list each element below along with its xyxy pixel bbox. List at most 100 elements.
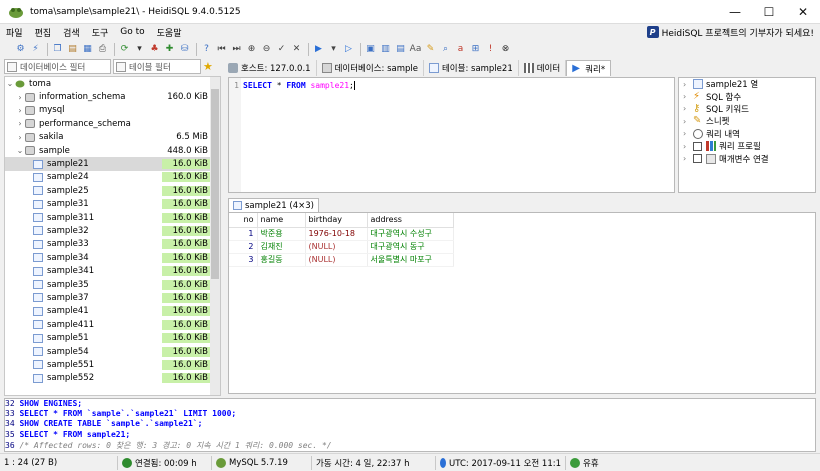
favorite-star-icon[interactable]: ★: [203, 59, 213, 75]
column-header[interactable]: address: [367, 213, 454, 228]
helper-profile[interactable]: › 쿼리 프로필: [679, 140, 815, 152]
paste-icon[interactable]: ▤: [66, 43, 79, 56]
helper-snippets[interactable]: › ✎ 스니펫: [679, 115, 815, 128]
session-manager-icon[interactable]: ⚙: [14, 43, 27, 56]
tree-table-row[interactable]: sample51 16.0 KiB: [5, 331, 220, 344]
maximize-button[interactable]: ☐: [752, 0, 786, 24]
expand-arrow-icon[interactable]: ›: [15, 106, 25, 115]
database-filter-input[interactable]: 데이터베이스 필터: [4, 59, 111, 74]
delete-record-icon[interactable]: ⊖: [260, 43, 273, 56]
menu-tools[interactable]: 도구: [86, 26, 115, 39]
edit-icon[interactable]: ✎: [424, 43, 437, 56]
open-sql-icon[interactable]: ▤: [394, 43, 407, 56]
tree-table-row[interactable]: sample551 16.0 KiB: [5, 358, 220, 371]
run-query-icon[interactable]: ▶: [312, 43, 325, 56]
save-as-icon[interactable]: ▥: [379, 43, 392, 56]
result-grid[interactable]: no name birthday address 1 박준용 1976-10-1…: [228, 212, 816, 394]
expand-arrow-icon[interactable]: ›: [683, 129, 693, 138]
run-selection-icon[interactable]: ▷: [342, 43, 355, 56]
helper-bind-params[interactable]: › 매개변수 연결: [679, 152, 815, 165]
tree-table-row[interactable]: sample31 16.0 KiB: [5, 198, 220, 211]
cell-birthday[interactable]: 1976-10-18: [305, 227, 368, 241]
insert-record-icon[interactable]: ⊕: [245, 43, 258, 56]
sql-editor[interactable]: 1 SELECT * FROM sample21;: [228, 77, 675, 193]
tree-table-row[interactable]: sample33 16.0 KiB: [5, 238, 220, 251]
tab-database[interactable]: 데이터베이스: sample: [317, 60, 424, 76]
expand-arrow-icon[interactable]: ›: [683, 92, 693, 101]
find-icon[interactable]: ⌕: [439, 43, 452, 56]
column-header[interactable]: no: [229, 213, 258, 228]
expand-arrow-icon[interactable]: ›: [683, 80, 693, 89]
tab-host[interactable]: 호스트: 127.0.0.1: [223, 60, 317, 76]
helper-functions[interactable]: › ⚡ SQL 함수: [679, 90, 815, 103]
table-row[interactable]: 3 홍길동 (NULL) 서울특별시 마포구: [229, 253, 454, 267]
expand-arrow-icon[interactable]: ›: [683, 154, 693, 163]
donate-link[interactable]: P HeidiSQL 프로젝트의 기부자가 되세요!: [646, 24, 814, 40]
profile-checkbox[interactable]: [693, 141, 702, 151]
tree-database-row[interactable]: › information_schema 160.0 KiB: [5, 90, 220, 103]
cell-address[interactable]: 대구광역시 동구: [367, 240, 454, 254]
sql-code-line[interactable]: SELECT * FROM sample21;: [243, 81, 355, 90]
cancel-record-icon[interactable]: ✕: [290, 43, 303, 56]
expand-arrow-icon[interactable]: ›: [683, 104, 693, 113]
column-header[interactable]: birthday: [305, 213, 368, 228]
bind-params-checkbox[interactable]: [693, 154, 702, 164]
manage-users-icon[interactable]: ♣: [148, 43, 161, 56]
cell-address[interactable]: 서울특별시 마포구: [367, 253, 454, 267]
maintenance-icon[interactable]: ✚: [163, 43, 176, 56]
tree-table-row[interactable]: sample411 16.0 KiB: [5, 318, 220, 331]
tree-scrollbar[interactable]: [210, 77, 220, 395]
tab-data[interactable]: 데이터: [519, 60, 567, 76]
tree-table-row[interactable]: sample32 16.0 KiB: [5, 224, 220, 237]
close-button[interactable]: ✕: [786, 0, 820, 24]
cell-birthday[interactable]: (NULL): [305, 240, 368, 254]
tree-table-row[interactable]: sample37 16.0 KiB: [5, 291, 220, 304]
collapse-arrow-icon[interactable]: ⌄: [15, 146, 25, 155]
helper-columns[interactable]: › sample21 열: [679, 78, 815, 90]
menu-help[interactable]: 도움말: [151, 26, 188, 39]
expand-arrow-icon[interactable]: ›: [15, 133, 25, 142]
expand-arrow-icon[interactable]: ›: [683, 142, 693, 151]
tree-table-row[interactable]: sample34 16.0 KiB: [5, 251, 220, 264]
format-sql-icon[interactable]: Aa: [409, 43, 422, 56]
expand-arrow-icon[interactable]: ›: [683, 117, 693, 126]
last-record-icon[interactable]: ⏭: [230, 43, 243, 56]
first-record-icon[interactable]: ⏮: [215, 43, 228, 56]
tree-table-row[interactable]: sample341 16.0 KiB: [5, 264, 220, 277]
column-header[interactable]: name: [257, 213, 306, 228]
search-text-icon[interactable]: ⊞: [469, 43, 482, 56]
cell-no[interactable]: 1: [229, 227, 258, 241]
tree-table-row[interactable]: sample25 16.0 KiB: [5, 184, 220, 197]
cell-name[interactable]: 박준용: [257, 227, 306, 241]
minimize-button[interactable]: —: [718, 0, 752, 24]
tab-table[interactable]: 테이블: sample21: [424, 60, 519, 76]
database-icon[interactable]: ⛁: [178, 43, 191, 56]
print-icon[interactable]: ⎙: [96, 43, 109, 56]
stop-icon[interactable]: ⊗: [499, 43, 512, 56]
sql-log[interactable]: 32 SHOW ENGINES; 33 SELECT * FROM `sampl…: [4, 398, 816, 452]
tree-root-host[interactable]: ⌄ toma: [5, 77, 220, 90]
tree-table-row[interactable]: sample552 16.0 KiB: [5, 372, 220, 385]
tree-table-row[interactable]: sample54 16.0 KiB: [5, 345, 220, 358]
replace-icon[interactable]: a: [454, 43, 467, 56]
save-icon[interactable]: ▣: [364, 43, 377, 56]
table-row[interactable]: 2 김재진 (NULL) 대구광역시 동구: [229, 240, 454, 254]
disconnect-icon[interactable]: ⚡: [29, 43, 42, 56]
tree-database-row[interactable]: › mysql: [5, 104, 220, 117]
tree-table-row[interactable]: sample35 16.0 KiB: [5, 278, 220, 291]
cell-birthday[interactable]: (NULL): [305, 253, 368, 267]
run-dropdown-icon[interactable]: ▾: [327, 43, 340, 56]
helper-history[interactable]: › 쿼리 내역: [679, 128, 815, 140]
tree-table-row[interactable]: sample311 16.0 KiB: [5, 211, 220, 224]
cell-no[interactable]: 2: [229, 240, 258, 254]
user-manager-icon[interactable]: ▾: [133, 43, 146, 56]
cell-name[interactable]: 김재진: [257, 240, 306, 254]
collapse-arrow-icon[interactable]: ⌄: [5, 79, 15, 88]
export-icon[interactable]: ▦: [81, 43, 94, 56]
table-row[interactable]: 1 박준용 1976-10-18 대구광역시 수성구: [229, 227, 454, 241]
tree-scrollbar-thumb[interactable]: [211, 89, 219, 279]
menu-search[interactable]: 검색: [57, 26, 86, 39]
expand-arrow-icon[interactable]: ›: [15, 119, 25, 128]
tab-query[interactable]: ▶ 쿼리*: [566, 60, 612, 76]
result-tab[interactable]: sample21 (4×3): [228, 198, 319, 212]
